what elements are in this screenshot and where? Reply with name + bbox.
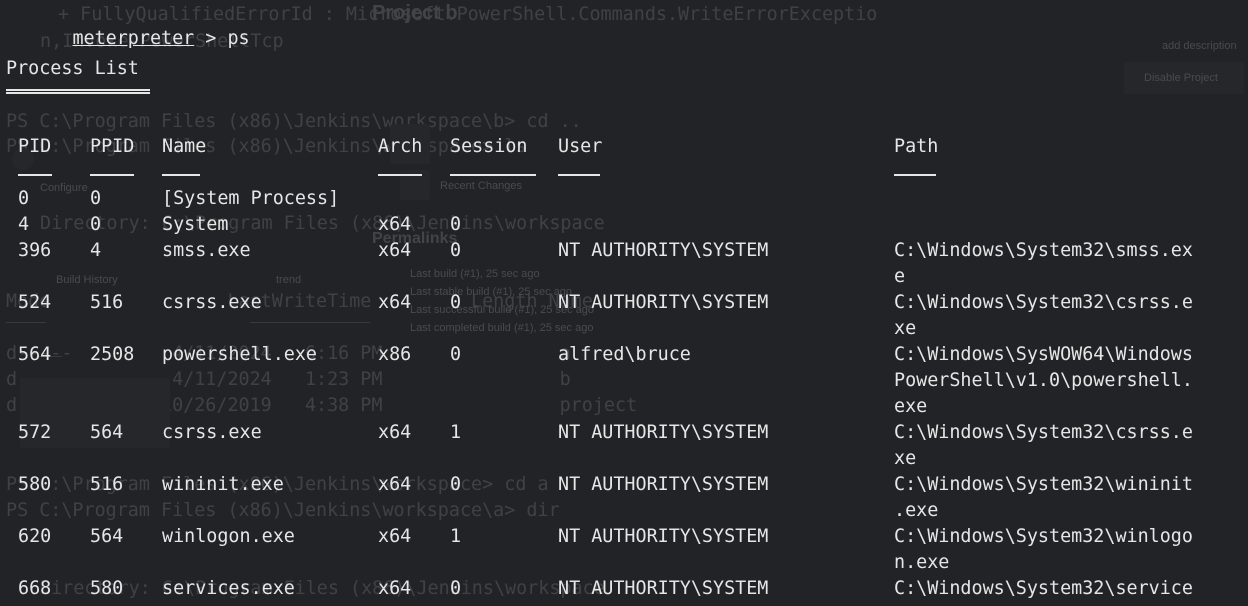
cell-path: C:\Windows\System32\wininit <box>894 474 1193 495</box>
cell-path-continued: xe <box>894 318 917 339</box>
cell-path: C:\Windows\System32\smss.ex <box>894 240 1193 261</box>
cell-ppid: 516 <box>90 292 124 313</box>
cell-ppid: 4 <box>90 240 102 261</box>
cell-session: 0 <box>450 214 462 235</box>
cell-name: wininit.exe <box>162 474 284 495</box>
cell-user: NT AUTHORITY\SYSTEM <box>558 526 769 547</box>
cell-name: [System Process] <box>162 188 340 209</box>
column-underline <box>18 174 52 176</box>
cell-pid: 396 <box>18 240 52 261</box>
column-header-ppid: PPID <box>90 136 135 157</box>
column-header-name: Name <box>162 136 207 157</box>
cell-path-continued: PowerShell\v1.0\powershell. <box>894 370 1193 391</box>
cell-name: smss.exe <box>162 240 251 261</box>
cell-session: 0 <box>450 344 462 365</box>
cell-path: C:\Windows\System32\winlogo <box>894 526 1193 547</box>
column-underline <box>90 174 134 176</box>
column-header-pid: PID <box>18 136 52 157</box>
cell-pid: 4 <box>18 214 30 235</box>
cell-session: 0 <box>450 292 462 313</box>
cell-ppid: 564 <box>90 422 124 443</box>
cell-path-continued: xe <box>894 448 917 469</box>
cell-ppid: 564 <box>90 526 124 547</box>
cell-pid: 580 <box>18 474 52 495</box>
cell-user: NT AUTHORITY\SYSTEM <box>558 578 769 599</box>
cell-pid: 572 <box>18 422 52 443</box>
cell-path: C:\Windows\System32\service <box>894 578 1193 599</box>
cell-session: 0 <box>450 578 462 599</box>
cell-session: 1 <box>450 422 462 443</box>
cell-pid: 0 <box>18 188 30 209</box>
cell-ppid: 516 <box>90 474 124 495</box>
terminal-window[interactable]: + FullyQualifiedErrorId : Microsoft.Powe… <box>0 0 1248 606</box>
cell-path: C:\Windows\System32\csrss.e <box>894 422 1193 443</box>
column-header-user: User <box>558 136 603 157</box>
prompt-command: > ps <box>194 28 250 49</box>
cell-name: winlogon.exe <box>162 526 295 547</box>
cell-session: 0 <box>450 240 462 261</box>
column-underline <box>450 174 536 176</box>
cell-path: C:\Windows\System32\csrss.e <box>894 292 1193 313</box>
cell-path-continued: e <box>894 266 906 287</box>
column-underline <box>894 174 936 176</box>
terminal-output: meterpreter > ps Process List PID PPID Nam… <box>0 0 1248 606</box>
prompt-word: meterpreter <box>72 28 195 49</box>
cell-ppid: 0 <box>90 214 102 235</box>
cell-arch: x64 <box>378 474 412 495</box>
cell-arch: x64 <box>378 578 412 599</box>
column-underline <box>162 174 200 176</box>
column-underline <box>378 174 422 176</box>
column-underline <box>558 174 600 176</box>
cell-name: csrss.exe <box>162 292 262 313</box>
cell-name: csrss.exe <box>162 422 262 443</box>
cell-session: 1 <box>450 526 462 547</box>
heading-underline <box>6 89 150 94</box>
cell-arch: x86 <box>378 344 412 365</box>
cell-pid: 564 <box>18 344 52 365</box>
cell-ppid: 2508 <box>90 344 135 365</box>
cell-pid: 620 <box>18 526 52 547</box>
cell-path-continued: .exe <box>894 500 939 521</box>
cell-arch: x64 <box>378 526 412 547</box>
cell-user: alfred\bruce <box>558 344 691 365</box>
cell-user: NT AUTHORITY\SYSTEM <box>558 292 769 313</box>
cell-name: services.exe <box>162 578 295 599</box>
cell-user: NT AUTHORITY\SYSTEM <box>558 422 769 443</box>
cell-path: C:\Windows\SysWOW64\Windows <box>894 344 1193 365</box>
cell-user: NT AUTHORITY\SYSTEM <box>558 240 769 261</box>
cell-arch: x64 <box>378 292 412 313</box>
cell-arch: x64 <box>378 214 412 235</box>
cell-arch: x64 <box>378 422 412 443</box>
cell-ppid: 0 <box>90 188 102 209</box>
cell-user: NT AUTHORITY\SYSTEM <box>558 474 769 495</box>
cell-session: 0 <box>450 474 462 495</box>
cell-name: powershell.exe <box>162 344 318 365</box>
cell-path-continued: n.exe <box>894 552 950 573</box>
cell-pid: 668 <box>18 578 52 599</box>
column-header-arch: Arch <box>378 136 423 157</box>
cell-pid: 524 <box>18 292 52 313</box>
cell-path-continued: exe <box>894 396 928 417</box>
column-header-path: Path <box>894 136 939 157</box>
cell-arch: x64 <box>378 240 412 261</box>
section-heading: Process List <box>6 58 139 79</box>
cell-name: System <box>162 214 229 235</box>
cell-ppid: 580 <box>90 578 124 599</box>
column-header-session: Session <box>450 136 528 157</box>
